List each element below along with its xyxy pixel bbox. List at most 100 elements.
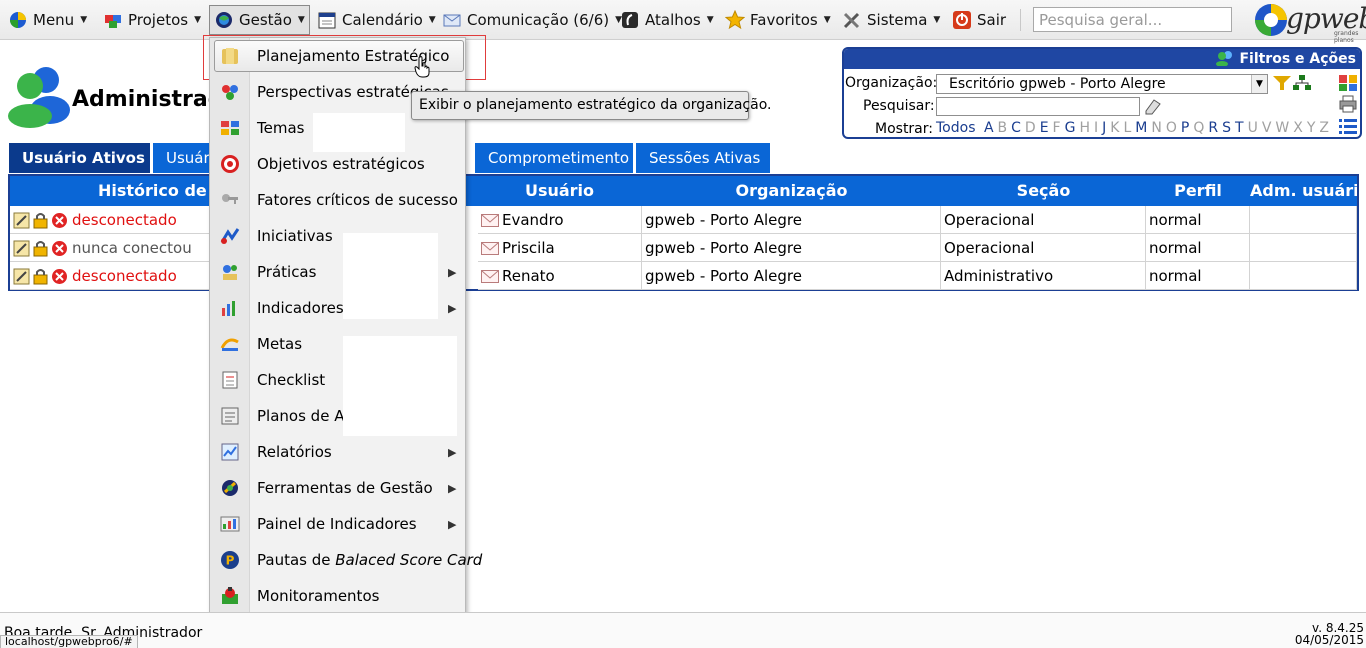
eraser-icon[interactable] [1142,97,1162,115]
list-icon[interactable] [1338,117,1358,135]
letter-link: N [1151,120,1162,136]
letter-link[interactable]: M [1135,120,1147,136]
menu-shortcuts[interactable]: Atalhos ▼ [616,5,718,35]
initiative-icon [220,228,240,244]
letter-link[interactable]: P [1181,120,1189,136]
menu-item-label: Relatórios [257,443,332,461]
target-icon [221,155,239,173]
letter-link[interactable]: C [1011,120,1021,136]
filter-icon[interactable] [1272,74,1292,92]
lock-icon[interactable] [32,240,49,257]
menu-item-label: Fatores críticos de sucesso [257,191,458,209]
blank-area [343,336,457,436]
table-cell-section[interactable]: Operacional [941,206,1146,234]
org-chart-icon[interactable] [1292,74,1312,92]
menu-favorites-label: Favoritos [750,11,818,29]
letter-link[interactable]: R [1208,120,1218,136]
letter-link: W [1275,120,1290,136]
user-name[interactable]: Renato [502,267,555,285]
edit-icon[interactable] [13,240,30,257]
menu-item-label: Objetivos estratégicos [257,155,425,173]
colorful-grid-icon[interactable] [1338,74,1358,92]
tab-users[interactable]: Usuário [153,143,223,173]
menu-shortcuts-label: Atalhos [645,11,701,29]
letter-link[interactable]: G [1065,120,1076,136]
gpweb-logo[interactable]: gpweb grandes planos [1250,0,1366,44]
menu-favorites[interactable]: Favoritos ▼ [721,5,835,35]
column-header-user[interactable]: Usuário [478,176,641,206]
letter-link: H [1079,120,1090,136]
organization-select[interactable]: Escritório gpweb - Porto Alegre ▼ [936,74,1268,94]
edit-icon[interactable] [13,268,30,285]
menu-communication-label: Comunicação (6/6) [467,11,610,29]
letter-all-link[interactable]: Todos [936,120,975,136]
menu-communication[interactable]: Comunicação (6/6) ▼ [438,5,626,35]
dashboard-icon [220,516,240,532]
gpweb-logo-icon [1255,4,1287,36]
tab-active-users[interactable]: Usuário Ativos [9,143,150,173]
envelope-icon [443,14,461,27]
menu-logout[interactable]: Sair [948,5,1010,35]
letter-link[interactable]: A [984,120,994,136]
menu-item-reports[interactable]: Relatórios ▶ [210,434,465,470]
star-icon [725,10,745,30]
chevron-right-icon: ▶ [448,445,457,459]
edit-icon[interactable] [13,212,30,229]
table-cell-user[interactable]: Evandro [478,206,642,234]
tab-commitment[interactable]: Comprometimento [475,143,633,173]
blank-area [343,233,438,319]
delete-icon[interactable] [51,240,68,257]
user-name[interactable]: Priscila [502,239,555,257]
table-cell-section[interactable]: Operacional [941,234,1146,262]
delete-icon[interactable] [51,268,68,285]
goals-icon [220,338,239,351]
menu-projects[interactable]: Projetos ▼ [99,5,205,35]
version-info: v. 8.4.25 04/05/2015 [1295,622,1364,646]
envelope-icon[interactable] [481,214,499,227]
column-header-profile[interactable]: Perfil [1146,176,1250,206]
filters-title: Filtros e Ações [1239,51,1356,67]
global-search-input[interactable] [1033,7,1232,32]
column-header-organization[interactable]: Organização [642,176,941,206]
envelope-icon[interactable] [481,242,499,255]
letter-link[interactable]: T [1235,120,1244,136]
delete-icon[interactable] [51,212,68,229]
logo-subtitle: grandes planos [1334,30,1359,44]
letter-link[interactable]: J [1102,120,1106,136]
menu-system-label: Sistema [867,11,928,29]
menu-separator [1020,9,1021,31]
menu-system[interactable]: Sistema ▼ [838,5,944,35]
filters-header: Filtros e Ações [844,49,1360,69]
menu-item-label: Temas [257,119,305,137]
menu-item-dashboard[interactable]: Painel de Indicadores ▶ [210,506,465,542]
user-name[interactable]: Evandro [502,211,564,229]
table-cell-section[interactable]: Administrativo [941,262,1146,290]
table-cell-organization[interactable]: gpweb - Porto Alegre [642,262,941,290]
menu-item-bsc[interactable]: P Pautas de Balaced Score Card [210,542,482,578]
folder-icon [222,48,238,64]
menu-management[interactable]: Gestão ▼ [209,5,310,35]
menu-item-monitoring[interactable]: Monitoramentos [210,578,465,614]
printer-icon[interactable] [1338,95,1358,113]
gpweb-logo-icon [10,12,26,28]
column-header-section[interactable]: Seção [941,176,1146,206]
table-cell-organization[interactable]: gpweb - Porto Alegre [642,234,941,262]
menu-projects-label: Projetos [128,11,189,29]
envelope-icon[interactable] [481,270,499,283]
letter-link[interactable]: E [1040,120,1049,136]
letter-link[interactable]: S [1222,120,1231,136]
column-header-admin[interactable]: Adm. usuário [1250,176,1357,206]
letter-link: Z [1319,120,1329,136]
tab-active-sessions[interactable]: Sessões Ativas [636,143,770,173]
menu-item-management-tools[interactable]: Ferramentas de Gestão ▶ [210,470,465,506]
menu-main[interactable]: Menu ▼ [4,5,91,35]
filter-search-input[interactable] [936,97,1140,116]
menu-calendar[interactable]: Calendário ▼ [313,5,440,35]
menu-item-key[interactable]: Fatores críticos de sucesso [210,182,465,218]
table-cell-organization[interactable]: gpweb - Porto Alegre [642,206,941,234]
lock-icon[interactable] [32,212,49,229]
table-cell-user[interactable]: Renato [478,262,642,290]
lock-icon[interactable] [32,268,49,285]
organization-value: Escritório gpweb - Porto Alegre [949,76,1166,92]
table-cell-user[interactable]: Priscila [478,234,642,262]
